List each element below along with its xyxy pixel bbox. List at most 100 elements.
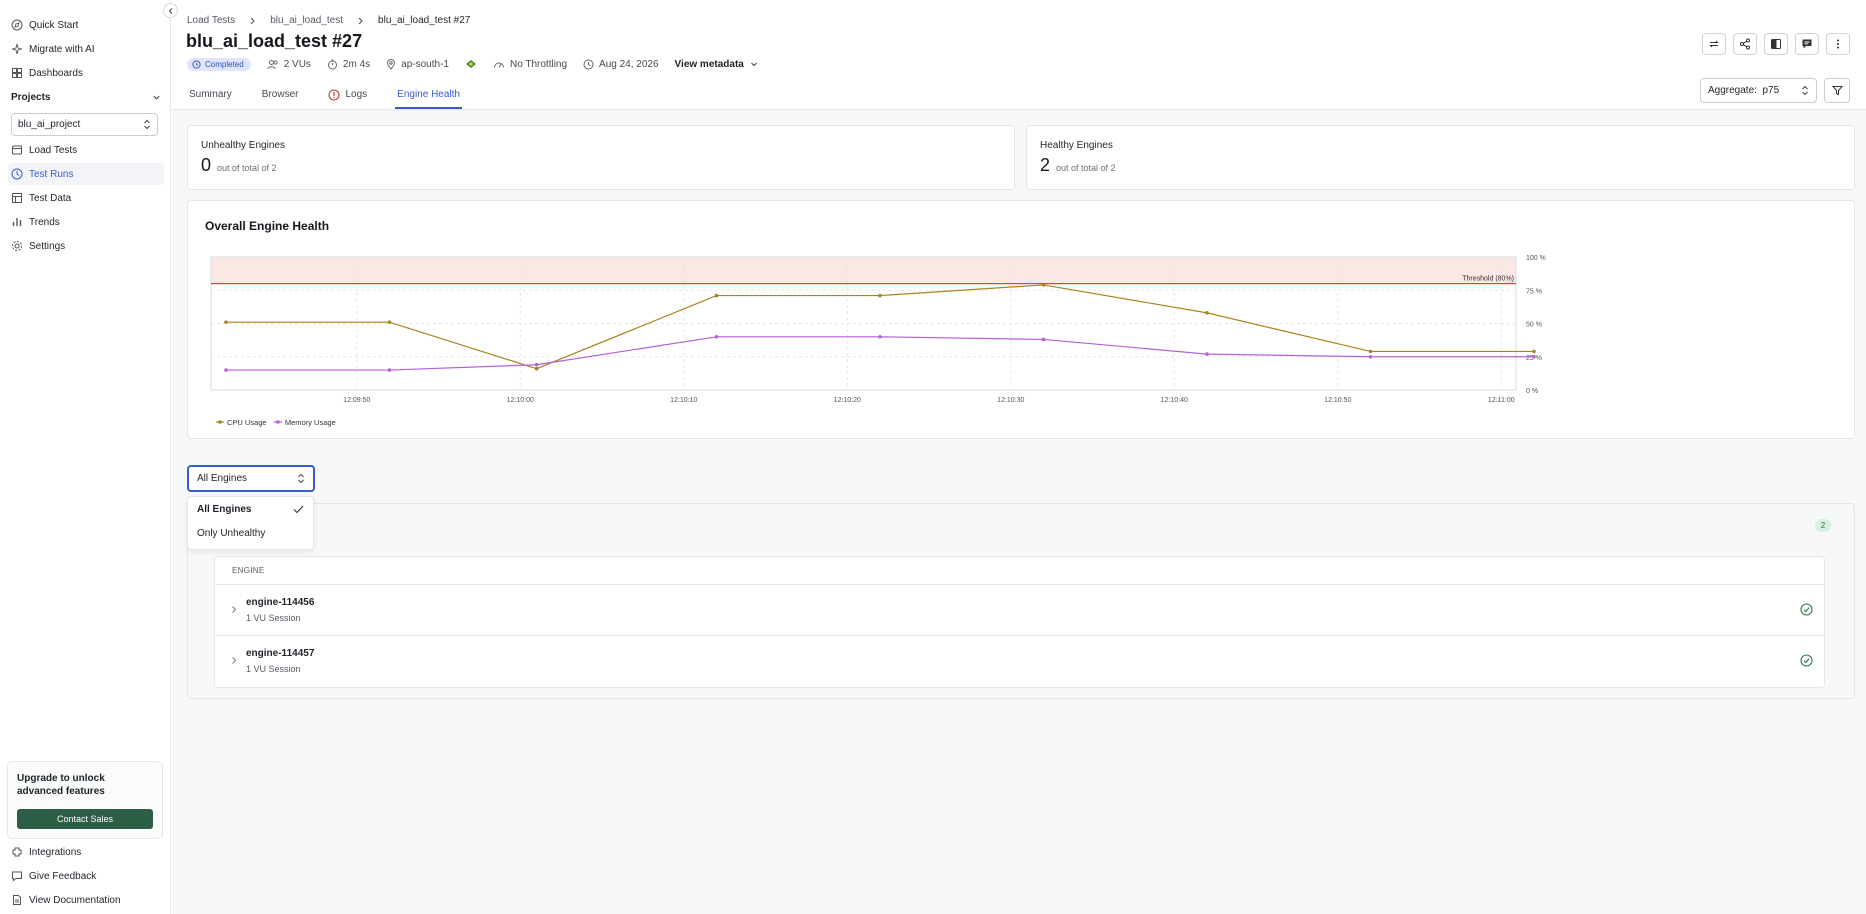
y-tick-label: 100 % — [1526, 255, 1546, 262]
compare-button[interactable] — [1764, 33, 1788, 55]
comments-button[interactable] — [1795, 33, 1819, 55]
chevron-right-icon[interactable] — [230, 605, 238, 614]
stat-label: Healthy Engines — [1040, 140, 1113, 151]
engine-session: 1 VU Session — [246, 613, 301, 623]
users-icon — [267, 59, 278, 69]
collapse-sidebar-button[interactable] — [163, 3, 178, 18]
nav-give-feedback[interactable]: Give Feedback — [8, 865, 164, 887]
clock-icon — [583, 59, 594, 69]
engine-count-badge: 2 — [1815, 519, 1831, 532]
legend-label: Memory Usage — [285, 418, 336, 427]
y-tick-label: 75 % — [1526, 288, 1542, 295]
x-tick-label: 12:11:00 — [1488, 397, 1515, 404]
dropdown-option-all-engines[interactable]: All Engines — [188, 497, 313, 521]
nav-quick-start[interactable]: Quick Start — [8, 14, 164, 36]
x-tick-label: 12:10:10 — [670, 397, 697, 404]
dropdown-option-only-unhealthy[interactable]: Only Unhealthy — [188, 521, 313, 545]
tab-label: Browser — [261, 89, 299, 100]
project-select[interactable]: blu_ai_project — [11, 113, 158, 136]
aggregate-value: p75 — [1762, 85, 1780, 96]
engine-column-header: ENGINE — [215, 557, 1824, 585]
location-pin-icon — [387, 58, 396, 70]
page-title: blu_ai_load_test #27 — [186, 31, 363, 51]
sidebar-item-label: Load Tests — [29, 144, 78, 156]
integrations-icon — [12, 847, 22, 857]
engines-table: ENGINE engine-114456 1 VU Session engine… — [214, 556, 1825, 688]
stat-sub: out of total of 2 — [217, 163, 277, 173]
sidebar-item-settings[interactable]: Settings — [8, 235, 164, 257]
nav-label: Integrations — [29, 846, 82, 858]
sparkle-icon — [11, 43, 23, 55]
meta-throttling: No Throttling — [493, 59, 567, 70]
tab-summary[interactable]: Summary — [187, 82, 234, 109]
data-point — [534, 362, 539, 367]
aggregate-select[interactable]: Aggregate: p75 — [1700, 78, 1817, 103]
aggregate-label: Aggregate: — [1708, 85, 1757, 96]
sidebar-item-label: Trends — [29, 216, 60, 228]
breadcrumb-item[interactable]: blu_ai_load_test — [270, 15, 343, 26]
nav-migrate[interactable]: Migrate with AI — [8, 38, 164, 60]
meta-flag — [465, 59, 477, 69]
meta-region: ap-south-1 — [386, 59, 449, 70]
dashboard-icon — [12, 68, 22, 78]
data-point — [714, 335, 719, 339]
engine-session: 1 VU Session — [246, 664, 301, 674]
unhealthy-engines-card: Unhealthy Engines 0 out of total of 2 — [187, 125, 1015, 190]
x-tick-label: 12:10:40 — [1161, 397, 1188, 404]
more-options-button[interactable] — [1826, 33, 1850, 55]
aggregate-text: Aggregate: p75 — [1708, 85, 1779, 96]
rerun-button[interactable] — [1702, 33, 1726, 55]
status-badge: Completed — [187, 57, 251, 71]
sidebar-item-trends[interactable]: Trends — [8, 211, 164, 233]
data-point — [1532, 354, 1536, 359]
tab-logs[interactable]: Logs — [326, 82, 369, 109]
gear-icon — [12, 241, 22, 251]
table-row[interactable]: engine-114456 1 VU Session — [215, 585, 1824, 636]
healthy-check-icon — [1800, 603, 1813, 616]
healthy-check-icon — [1800, 654, 1813, 667]
nav-integrations[interactable]: Integrations — [8, 841, 164, 863]
engine-name: engine-114457 — [246, 648, 315, 659]
x-tick-label: 12:10:30 — [997, 397, 1024, 404]
breadcrumb-current: blu_ai_load_test #27 — [378, 15, 471, 26]
share-button[interactable] — [1733, 33, 1757, 55]
compare-icon — [1771, 39, 1781, 49]
chevron-right-icon[interactable] — [230, 656, 238, 665]
data-point — [534, 366, 539, 371]
status-clock-icon — [192, 59, 201, 69]
x-tick-label: 12:10:50 — [1324, 397, 1351, 404]
table-row[interactable]: engine-114457 1 VU Session — [215, 636, 1824, 687]
meta-vus-text: 2 VUs — [283, 58, 311, 70]
data-point — [224, 368, 228, 372]
contact-sales-button[interactable]: Contact Sales — [17, 809, 153, 829]
data-point — [387, 368, 392, 372]
nav-view-documentation[interactable]: View Documentation — [8, 889, 164, 911]
nav-dashboards[interactable]: Dashboards — [8, 62, 164, 84]
share-icon — [1740, 38, 1750, 50]
filter-button[interactable] — [1824, 78, 1850, 103]
sidebar-item-test-data[interactable]: Test Data — [8, 187, 164, 209]
option-label: Only Unhealthy — [197, 527, 266, 539]
meta-throttling-text: No Throttling — [509, 58, 568, 70]
tab-engine-health[interactable]: Engine Health — [395, 82, 462, 109]
tab-browser[interactable]: Browser — [260, 82, 301, 109]
engines-filter-select[interactable]: All Engines — [187, 465, 315, 492]
select-arrows-icon — [298, 473, 304, 484]
sidebar-item-test-runs[interactable]: Test Runs — [8, 163, 164, 185]
projects-header[interactable]: Projects — [11, 92, 161, 103]
status-text: Completed — [205, 59, 244, 69]
sidebar-item-load-tests[interactable]: Load Tests — [8, 139, 164, 161]
breadcrumb-item[interactable]: Load Tests — [187, 15, 235, 26]
nav-label: Migrate with AI — [29, 43, 95, 55]
legend-label: CPU Usage — [227, 418, 267, 427]
view-metadata-button[interactable]: View metadata — [675, 59, 758, 70]
option-label: All Engines — [197, 503, 252, 515]
sidebar-item-label: Test Data — [29, 192, 72, 204]
bar-chart-icon — [12, 218, 22, 226]
data-point — [224, 320, 228, 324]
engines-filter-value: All Engines — [197, 473, 248, 484]
check-icon — [293, 505, 304, 513]
comment-icon — [1802, 39, 1812, 49]
stat-sub: out of total of 2 — [1056, 163, 1116, 173]
more-vertical-icon — [1837, 39, 1839, 49]
